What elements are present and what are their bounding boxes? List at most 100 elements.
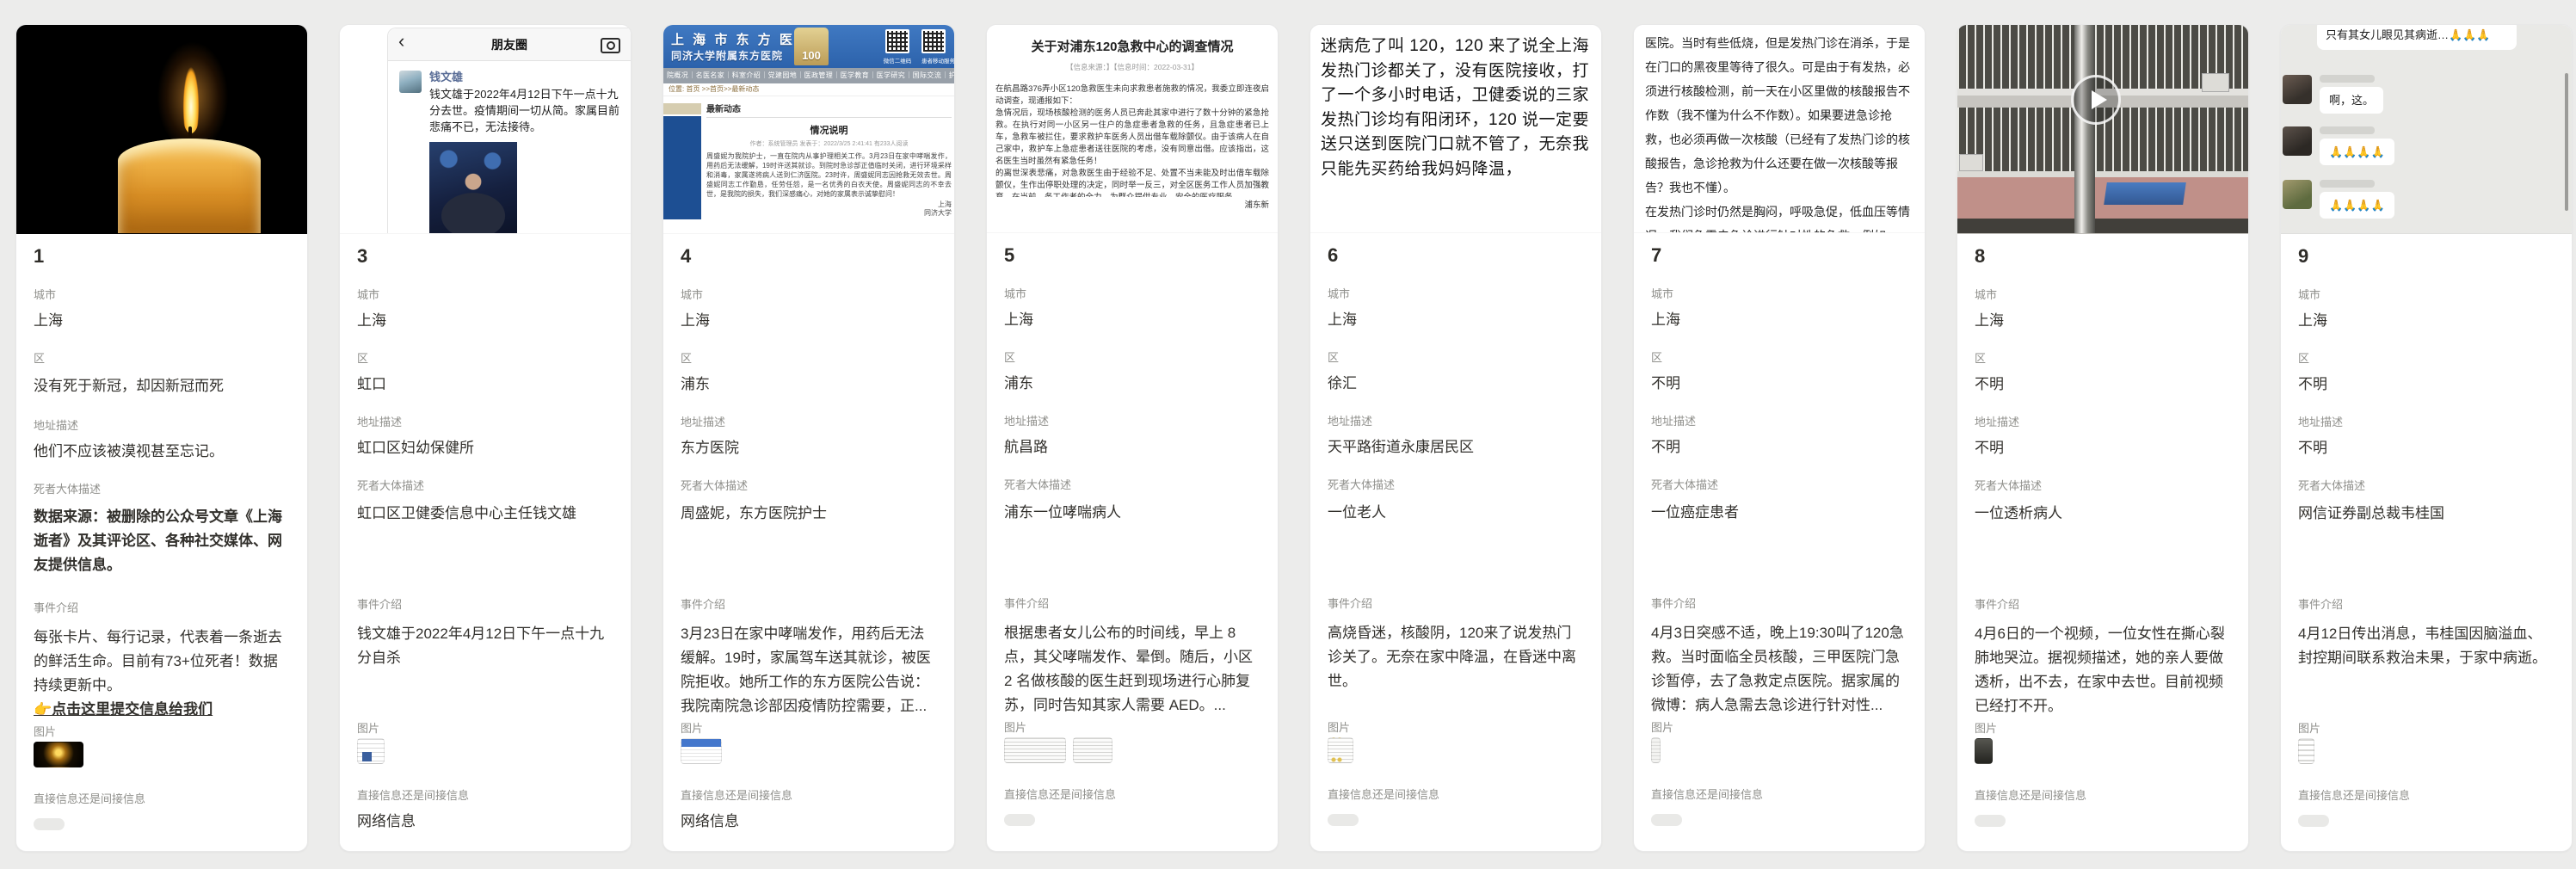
field-label-city: 城市 [1975,289,2231,301]
cover-wechat-moments-screenshot: ‹ 朋友圈 钱文雄 钱文雄于2022年4月12日下午一点十九分去世。疫情期间一切… [340,25,631,234]
record-card-4[interactable]: 上 海 市 东 方 医 院 同济大学附属东方医院 100 微信二维码 患者移动服… [662,24,955,852]
field-label-city: 城市 [1328,288,1584,300]
field-value-address: 东方医院 [681,438,937,459]
ac-unit [2202,73,2229,92]
hospital-site-breadcrumb: 位置: 首页 >>首页>>最新动态 [663,83,954,96]
field-label-district: 区 [1004,352,1260,364]
avatar [2283,126,2312,156]
field-value-address: 不明 [2298,438,2554,459]
field-value-event: 3月23日在家中哮喘发作，用药后无法缓解。19时，家属驾车送其就诊，被医院拒收。… [681,622,937,720]
field-value-address: 虹口区妇幼保健所 [357,438,613,459]
hospital-site-navbar: 院概况｜名医名家｜科室介绍｜党建园地｜医政管理｜医学教育｜医学研究｜国际交流｜护… [663,68,954,83]
card-title-number: 7 [1651,244,1907,267]
field-label-deceased: 死者大体描述 [681,480,937,492]
play-button-icon[interactable] [2071,75,2121,125]
field-value-event: 根据患者女儿公布的时间线，早上 8 点，其父哮喘发作、晕倒。随后，小区 2 名做… [1004,621,1260,719]
record-card-8[interactable]: 8 城市 上海 区 不明 地址描述 不明 死者大体描述 一位透析病人 事件介绍 … [1957,24,2249,852]
field-value-event: 4月12日传出消息，韦桂国因脑溢血、封控期间联系救治未果，于家中病逝。 [2298,622,2554,720]
announcement-title: 情况说明 [706,123,952,137]
hospital-name-line2: 同济大学附属东方医院 [671,48,783,63]
document-body: 在航昌路376弄小区120急救医生未向求救患者施救的情况，我委立即连夜启动调查，… [995,83,1269,197]
record-card-6[interactable]: 迷病危了叫 120，120 来了说全上海发热门诊都关了，没有医院接收，打了一个多… [1310,24,1602,852]
image-thumbnail[interactable] [1651,737,1661,763]
field-label-address: 地址描述 [1651,416,1907,428]
cover-investigation-document: 关于对浦东120急救中心的调查情况 【信息来源：】【信息时间：2022-03-3… [987,25,1278,233]
field-label-district: 区 [34,353,290,365]
empty-value-pill [1651,814,1682,826]
field-value-district: 徐汇 [1328,373,1584,394]
image-thumbnails [681,738,937,764]
field-label-address: 地址描述 [357,416,613,428]
image-thumbnail[interactable] [357,738,385,764]
image-thumbnail[interactable] [34,742,83,767]
record-card-1[interactable]: 1 城市 上海 区 没有死于新冠，却因新冠而死 地址描述 他们不应该被漠视甚至忘… [15,24,308,852]
image-thumbnail[interactable] [681,738,722,764]
field-value-city: 上海 [1651,310,1907,330]
field-label-image: 图片 [681,723,937,735]
field-value-event: 4月3日突感不适，晚上19:30叫了120急救。当时面临全员核酸，三甲医院门急诊… [1651,621,1907,719]
field-label-image: 图片 [1651,722,1907,734]
field-value-deceased: 一位癌症患者 [1651,501,1907,598]
field-label-direct: 直接信息还是间接信息 [1328,789,1584,801]
field-label-city: 城市 [357,289,613,301]
record-card-3[interactable]: ‹ 朋友圈 钱文雄 钱文雄于2022年4月12日下午一点十九分去世。疫情期间一切… [339,24,632,852]
record-card-5[interactable]: 关于对浦东120急救中心的调查情况 【信息来源：】【信息时间：2022-03-3… [986,24,1279,852]
field-value-direct: 网络信息 [357,811,613,832]
field-value-district: 浦东 [681,374,937,395]
empty-value-pill [1328,814,1359,826]
field-value-address: 不明 [1975,438,2231,459]
field-label-direct: 直接信息还是间接信息 [2298,790,2554,802]
image-thumbnail[interactable] [1328,737,1353,763]
image-thumbnails [1328,737,1584,763]
field-label-event: 事件介绍 [1975,599,2231,611]
empty-value-pill [34,818,65,830]
field-label-district: 区 [1651,352,1907,364]
image-thumbnail[interactable] [1004,737,1066,763]
field-label-address: 地址描述 [34,420,290,432]
metal-pole [2074,25,2095,233]
cover-chat-screenshot: 只有其女儿眼见其病逝…🙏🙏🙏 啊，这。 🙏🙏🙏🙏 🙏🙏🙏🙏 [2281,25,2572,234]
card-title-number: 8 [1975,245,2231,268]
field-label-deceased: 死者大体描述 [1651,479,1907,491]
image-thumbnail[interactable] [1073,737,1112,763]
image-thumbnail[interactable] [1975,738,1993,764]
field-label-direct: 直接信息还是间接信息 [1975,790,2231,802]
field-label-event: 事件介绍 [357,599,613,611]
field-label-direct: 直接信息还是间接信息 [34,793,290,805]
play-triangle [2092,90,2107,109]
qr-code-label: 微信二维码 [880,56,915,65]
field-label-event: 事件介绍 [1004,598,1260,610]
submit-info-link[interactable]: 👉点击这里提交信息给我们 [34,698,290,722]
card-title-number: 6 [1328,244,1584,267]
document-signature: 浦东新 [995,198,1269,210]
field-value-district: 不明 [1975,374,2231,395]
empty-value-pill [1004,814,1035,826]
cover-candle-image [16,25,307,234]
chat-bubble: 🙏🙏🙏🙏 [2320,139,2394,165]
field-label-district: 区 [1328,352,1584,364]
wechat-moments-header: ‹ 朋友圈 [388,28,631,61]
field-label-address: 地址描述 [1975,416,2231,428]
field-label-district: 区 [681,353,937,365]
record-card-9[interactable]: 只有其女儿眼见其病逝…🙏🙏🙏 啊，这。 🙏🙏🙏🙏 🙏🙏🙏🙏 [2280,24,2573,852]
wechat-post-photo [429,142,517,234]
document-title: 关于对浦东120急救中心的调查情况 [995,39,1269,56]
cover-text-screenshot: 医院。当时有些低烧，但是发热门诊在消杀，于是在门口的黑夜里等待了很久。可是由于有… [1634,25,1925,233]
field-label-district: 区 [1975,353,2231,365]
cover-video-still [1957,25,2248,234]
field-value-deceased: 虹口区卫健委信息中心主任钱文雄 [357,502,613,599]
cover-hospital-website-screenshot: 上 海 市 东 方 医 院 同济大学附属东方医院 100 微信二维码 患者移动服… [663,25,954,234]
sidebar-block [663,116,701,219]
image-thumbnail[interactable] [2298,738,2314,764]
field-value-deceased: 一位透析病人 [1975,502,2231,599]
field-value-district: 不明 [1651,373,1907,394]
field-value-city: 上海 [1004,310,1260,330]
wechat-post-text: 钱文雄于2022年4月12日下午一点十九分去世。疫情期间一切从简。家属目前悲痛不… [429,86,624,135]
scrollbar[interactable] [2565,73,2568,211]
field-label-deceased: 死者大体描述 [1004,479,1260,491]
record-card-7[interactable]: 医院。当时有些低烧，但是发热门诊在消杀，于是在门口的黑夜里等待了很久。可是由于有… [1633,24,1926,852]
cover-text-screenshot: 迷病危了叫 120，120 来了说全上海发热门诊都关了，没有医院接收，打了一个多… [1310,25,1601,233]
blue-awning [2104,182,2186,205]
chat-bubble: 只有其女儿眼见其病逝…🙏🙏🙏 [2317,25,2517,50]
field-value-city: 上海 [681,311,937,331]
